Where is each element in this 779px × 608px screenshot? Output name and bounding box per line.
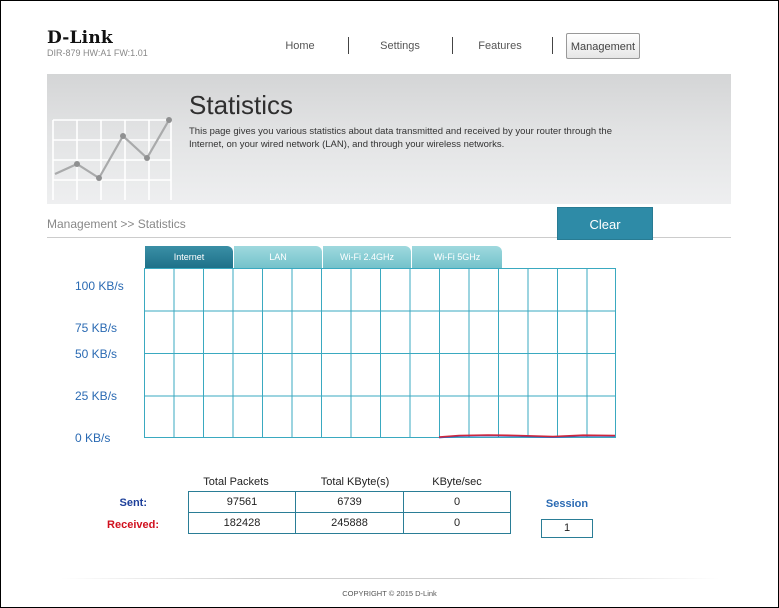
- sent-total-packets: 97561: [188, 491, 296, 513]
- traffic-graph: [144, 268, 616, 439]
- nav-home[interactable]: Home: [272, 33, 328, 59]
- received-total-kbytes: 245888: [295, 512, 404, 534]
- nav-separator: [452, 37, 453, 54]
- nav-separator: [348, 37, 349, 54]
- received-total-packets: 182428: [188, 512, 296, 534]
- tab-wifi-2-4ghz[interactable]: Wi-Fi 2.4GHz: [323, 246, 411, 268]
- breadcrumb: Management >> Statistics: [47, 217, 186, 231]
- graph-grid: [144, 268, 616, 438]
- copyright-text: COPYRIGHT © 2015 D-Link: [342, 589, 437, 598]
- sent-kbyte-sec: 0: [403, 491, 511, 513]
- main-nav: Home Settings Features Management: [0, 33, 779, 59]
- line-chart-icon: [52, 117, 172, 200]
- col-header-total-packets: Total Packets: [203, 476, 269, 488]
- y-axis-label: 50 KB/s: [75, 347, 118, 361]
- y-axis-label: 75 KB/s: [75, 321, 118, 335]
- y-axis-label: 100 KB/s: [75, 279, 124, 293]
- y-axis-label: 0 KB/s: [75, 431, 111, 445]
- clear-button[interactable]: Clear: [557, 207, 653, 240]
- tab-lan[interactable]: LAN: [234, 246, 322, 268]
- col-header-total-kbytes: Total KByte(s): [320, 476, 390, 488]
- nav-features[interactable]: Features: [468, 33, 532, 59]
- session-value: 1: [541, 519, 593, 538]
- nav-settings[interactable]: Settings: [368, 33, 432, 59]
- received-label: Received:: [107, 519, 159, 531]
- footer-divider: [60, 578, 720, 579]
- tab-internet[interactable]: Internet: [145, 246, 233, 268]
- page-title: Statistics: [189, 90, 294, 120]
- received-kbyte-sec: 0: [403, 512, 511, 534]
- nav-separator: [552, 37, 553, 54]
- nav-management[interactable]: Management: [566, 33, 640, 59]
- session-label: Session: [545, 498, 589, 510]
- page-description: This page gives you various statistics a…: [189, 126, 612, 150]
- sent-total-kbytes: 6739: [295, 491, 404, 513]
- sent-label: Sent:: [119, 497, 148, 509]
- col-header-kbyte-sec: KByte/sec: [432, 476, 482, 488]
- tab-wifi-5ghz[interactable]: Wi-Fi 5GHz: [412, 246, 502, 268]
- y-axis-label: 25 KB/s: [75, 389, 118, 403]
